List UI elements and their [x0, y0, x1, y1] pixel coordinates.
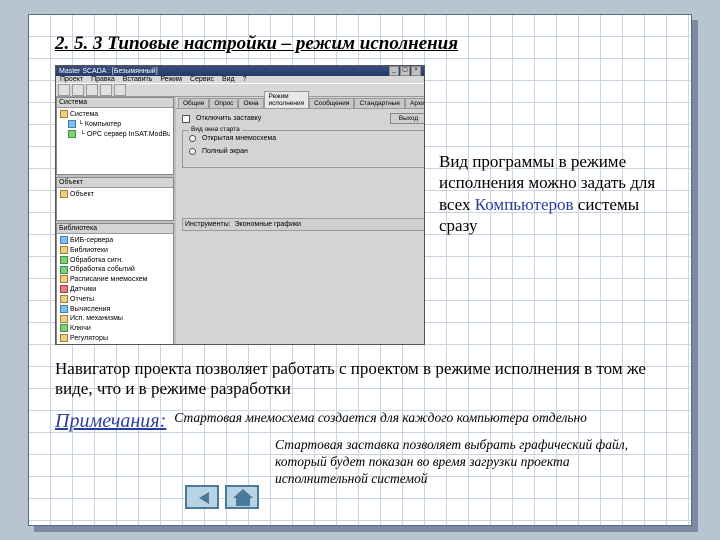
palette-head: Библиотека [57, 224, 173, 234]
palette-tree[interactable]: БИБ-сервера Библиотеки Обработка сигн. О… [57, 234, 173, 345]
palette-item[interactable]: БИБ-сервера [60, 236, 170, 246]
note-1: Стартовая мнемосхема создается для каждо… [174, 410, 665, 427]
minimize-button[interactable]: _ [389, 66, 399, 76]
toolbar-icon[interactable] [86, 84, 98, 96]
menu-item[interactable]: Правка [91, 76, 115, 83]
tab[interactable]: Общие [178, 98, 209, 108]
tree-node[interactable]: └ Компьютер [60, 120, 170, 130]
palette-item[interactable]: Вычисления [60, 305, 170, 315]
toolstrip: Инструменты: Экономные графики [182, 218, 425, 231]
palette-item[interactable]: Расписание мнемосхем [60, 275, 170, 285]
palette-item[interactable]: Ключи [60, 324, 170, 334]
tree-node[interactable]: Система [60, 110, 170, 120]
toolbar-icon[interactable] [72, 84, 84, 96]
radio-label: Открытая мнемосхема [202, 135, 276, 142]
tree-node[interactable]: Объект [60, 190, 170, 200]
checkbox-disable-splash[interactable] [182, 115, 190, 123]
menubar[interactable]: Проект Правка Вставить Режим Сервис Вид … [56, 76, 424, 83]
page-title: 2. 5. 3 Типовые настройки – режим исполн… [55, 33, 665, 55]
tree-system[interactable]: Система └ Компьютер └ OPC сервер InSAT.M… [57, 108, 173, 141]
tabs[interactable]: Общие Опрос Окна Режим исполнения Сообще… [176, 97, 425, 109]
link-computers: Компьютеров [475, 195, 574, 214]
tab[interactable]: Сообщения [309, 98, 354, 108]
toolstrip-option[interactable]: Экономные графики [235, 221, 301, 228]
palette-item[interactable]: Исп. механизмы [60, 314, 170, 324]
tree-node[interactable]: └ OPC сервер InSAT.ModBus PLC [60, 130, 170, 140]
prev-button[interactable] [185, 485, 219, 509]
home-button[interactable] [225, 485, 259, 509]
palette-item[interactable]: Датчики [60, 285, 170, 295]
toolbar [56, 83, 424, 97]
palette-item[interactable]: Библиотеки [60, 246, 170, 256]
tree-object-head: Объект [57, 178, 173, 188]
palette-item[interactable]: Обработка событий [60, 265, 170, 275]
palette-item[interactable]: Регуляторы [60, 334, 170, 344]
toolbar-icon[interactable] [58, 84, 70, 96]
menu-item[interactable]: Сервис [190, 76, 214, 83]
radio-fullscreen[interactable] [189, 148, 196, 155]
menu-item[interactable]: ? [243, 76, 247, 83]
side-caption: Вид программы в режиме исполнения можно … [439, 65, 665, 345]
group-title: Вид окна старта [189, 126, 242, 133]
group-start-window: Вид окна старта Открытая мнемосхема Полн… [182, 130, 425, 168]
checkbox-label: Отключить заставку [196, 115, 261, 122]
menu-item[interactable]: Вид [222, 76, 235, 83]
menu-item[interactable]: Режим [160, 76, 182, 83]
app-screenshot: Master SCADA : [Безымянный] _ ▢ × Проект… [55, 65, 425, 345]
menu-item[interactable]: Проект [60, 76, 83, 83]
tab[interactable]: Окна [238, 98, 263, 108]
palette-item[interactable]: Разное [60, 344, 170, 345]
tree-object[interactable]: Объект [57, 188, 173, 202]
radio-label: Полный экран [202, 148, 248, 155]
maximize-button[interactable]: ▢ [400, 66, 410, 76]
notes-label: Примечания [55, 410, 166, 433]
radio-mnemo[interactable] [189, 135, 196, 142]
toolstrip-label: Инструменты: [185, 221, 231, 228]
note-2: Стартовая заставка позволяет выбрать гра… [275, 437, 665, 488]
tab-active[interactable]: Режим исполнения [264, 91, 310, 108]
exit-button[interactable]: Выход [390, 113, 425, 124]
toolbar-icon[interactable] [114, 84, 126, 96]
tab[interactable]: Стандартные [354, 98, 405, 108]
menu-item[interactable]: Вставить [123, 76, 153, 83]
paragraph-navigator: Навигатор проекта позволяет работать с п… [55, 359, 665, 400]
form-panel: Отключить заставку Выход Вид окна старта… [176, 109, 425, 345]
close-button[interactable]: × [411, 66, 421, 76]
tab[interactable]: Архив [405, 98, 425, 108]
palette-item[interactable]: Обработка сигн. [60, 256, 170, 266]
window-title: Master SCADA : [Безымянный] [59, 68, 158, 75]
tab[interactable]: Опрос [209, 98, 238, 108]
tree-system-head: Система [57, 98, 173, 108]
palette-item[interactable]: Отчеты [60, 295, 170, 305]
titlebar: Master SCADA : [Безымянный] _ ▢ × [56, 66, 424, 76]
toolbar-icon[interactable] [100, 84, 112, 96]
